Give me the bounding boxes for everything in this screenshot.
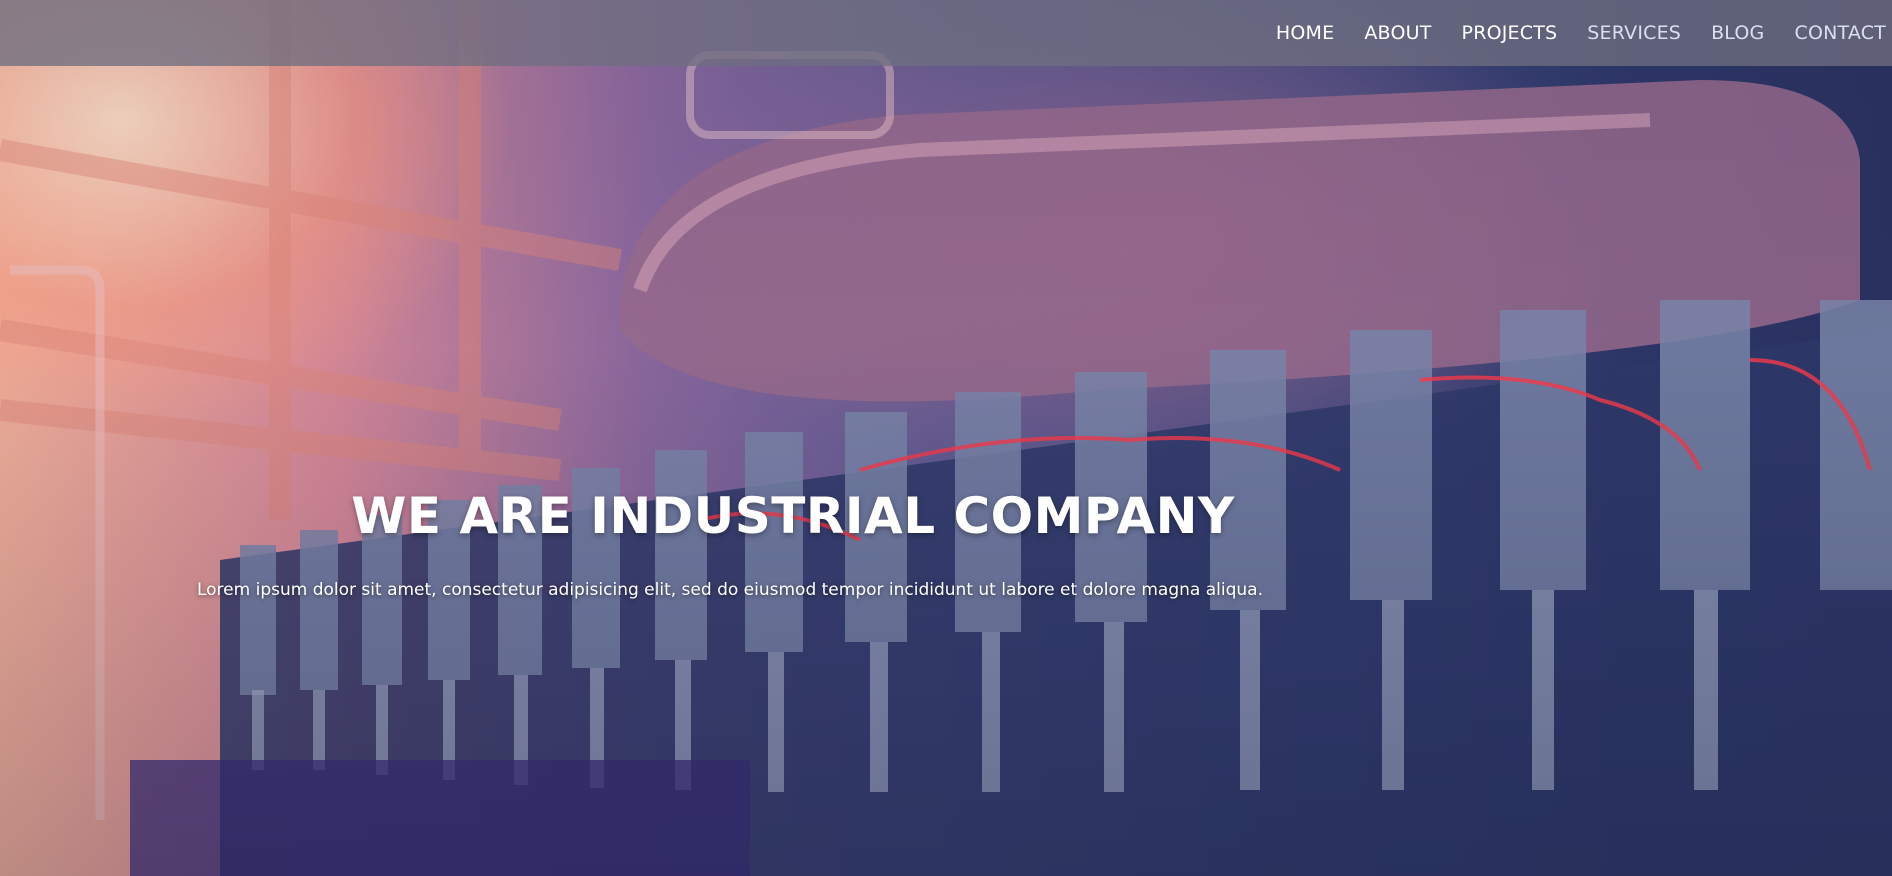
nav-blog[interactable]: BLOG	[1711, 22, 1764, 44]
nav-projects[interactable]: PROJECTS	[1462, 22, 1558, 44]
main-navbar: HOME ABOUT PROJECTS SERVICES BLOG CONTAC…	[0, 0, 1892, 66]
nav-services[interactable]: SERVICES	[1587, 22, 1681, 44]
nav-contact[interactable]: CONTACT	[1794, 22, 1886, 44]
hero-section: HOME ABOUT PROJECTS SERVICES BLOG CONTAC…	[0, 0, 1892, 876]
hero-overlay	[0, 0, 1892, 876]
nav-home[interactable]: HOME	[1276, 22, 1334, 44]
nav-about[interactable]: ABOUT	[1364, 22, 1431, 44]
hero-subtitle: Lorem ipsum dolor sit amet, consectetur …	[196, 580, 1263, 600]
hero-title: WE ARE INDUSTRIAL COMPANY	[351, 487, 1235, 545]
